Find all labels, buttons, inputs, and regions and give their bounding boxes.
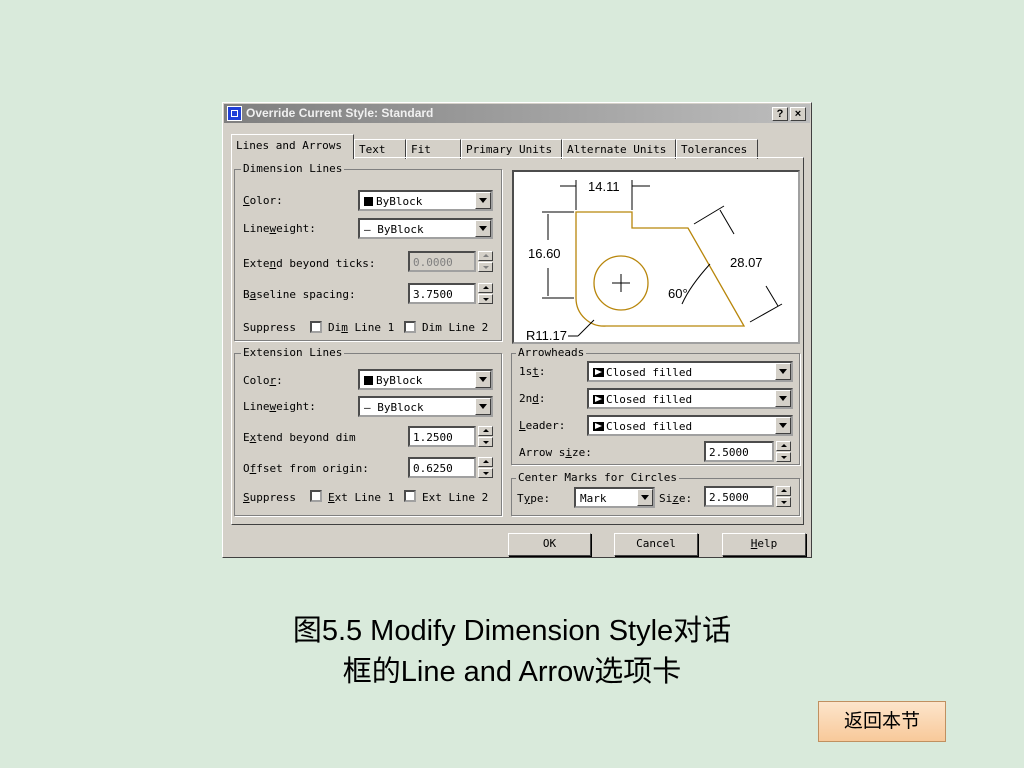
tab-alternate-units[interactable]: Alternate Units xyxy=(562,139,676,159)
close-button[interactable]: × xyxy=(790,107,806,121)
tab-lines-and-arrows[interactable]: Lines and Arrows xyxy=(231,134,354,159)
back-to-section-button[interactable]: 返回本节 xyxy=(818,701,946,742)
help-button[interactable]: Help xyxy=(722,533,806,556)
caption-line-2: 框的Line and Arrow选项卡 xyxy=(342,656,682,688)
cancel-button[interactable]: Cancel xyxy=(614,533,698,556)
tab-tolerances[interactable]: Tolerances xyxy=(676,139,758,159)
app-icon xyxy=(227,106,242,121)
dialog-title: Override Current Style: Standard xyxy=(246,106,434,120)
caption-line-1: 图5.5 Modify Dimension Style对话 xyxy=(292,615,732,647)
ok-button[interactable]: OK xyxy=(508,533,591,556)
help-question-button[interactable]: ? xyxy=(772,107,788,121)
title-bar[interactable]: Override Current Style: Standard ? × xyxy=(224,104,810,123)
tab-panel xyxy=(231,157,804,525)
tab-fit[interactable]: Fit xyxy=(406,139,461,159)
tab-primary-units[interactable]: Primary Units xyxy=(461,139,562,159)
tab-text[interactable]: Text xyxy=(354,139,406,159)
